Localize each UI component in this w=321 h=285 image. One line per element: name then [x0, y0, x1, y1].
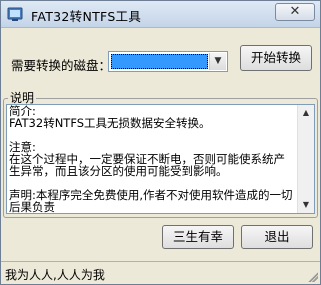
scroll-down-icon[interactable]: ▼	[298, 197, 314, 213]
window-title: FAT32转NTFS工具	[31, 9, 142, 24]
start-convert-button[interactable]: 开始转换	[240, 45, 312, 71]
scroll-up-icon[interactable]: ▲	[298, 105, 314, 121]
status-text: 我为人人,人人为我	[5, 268, 105, 282]
description-group-label: 说明	[8, 91, 37, 105]
close-icon: ✕	[289, 4, 301, 19]
drive-label: 需要转换的磁盘：	[11, 58, 112, 73]
description-textarea[interactable]: 简介: FAT32转NTFS工具无损数据安全转换。 注意: 在这个过程中，一定要…	[6, 104, 315, 214]
drive-select-value	[111, 54, 208, 69]
exit-button[interactable]: 退出	[241, 225, 313, 249]
title-bar[interactable]: FAT32转NTFS工具 ✕	[1, 1, 320, 28]
resize-grip-icon[interactable]	[306, 270, 318, 282]
main-window: FAT32转NTFS工具 ✕ 需要转换的磁盘： ▼ 开始转换 说明 简介: FA…	[0, 0, 321, 285]
description-text: 简介: FAT32转NTFS工具无损数据安全转换。 注意: 在这个过程中，一定要…	[9, 104, 293, 214]
close-button[interactable]: ✕	[275, 3, 315, 21]
chevron-down-icon[interactable]: ▼	[209, 53, 226, 70]
sanshengyouxing-button[interactable]: 三生有幸	[162, 225, 234, 249]
status-bar: 我为人人,人人为我	[1, 261, 320, 284]
vertical-scrollbar[interactable]: ▲ ▼	[297, 105, 314, 213]
app-icon	[7, 6, 23, 22]
drive-select[interactable]: ▼	[108, 51, 228, 72]
